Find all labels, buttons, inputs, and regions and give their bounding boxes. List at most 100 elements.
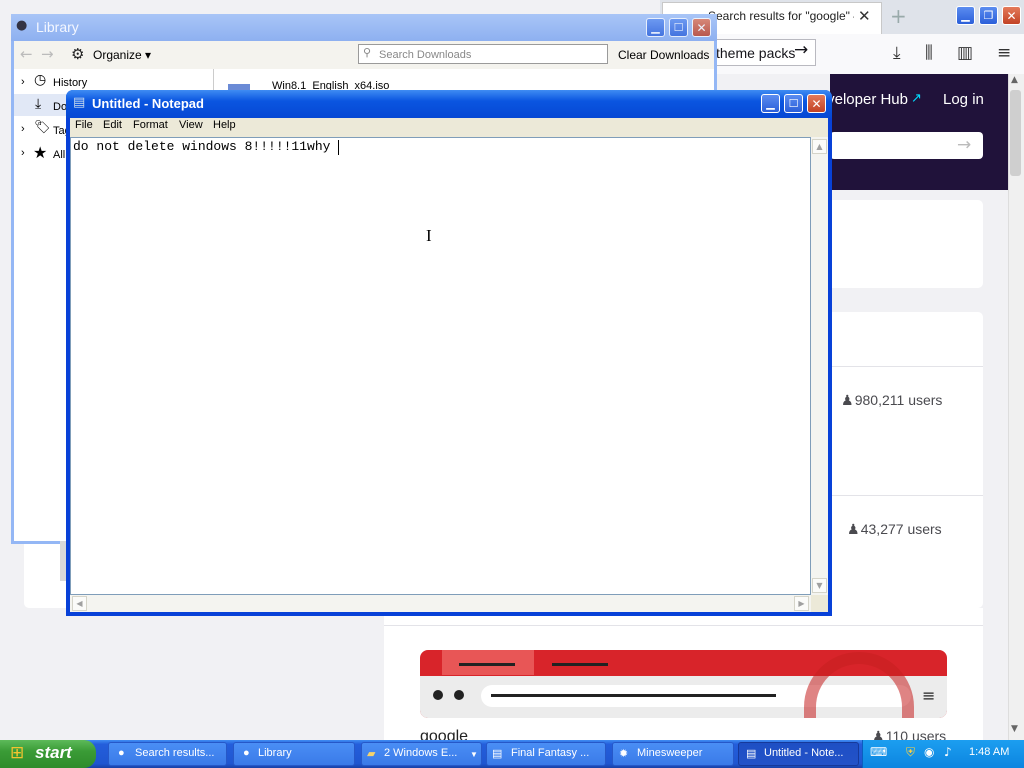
firefox-scrollbar-thumb[interactable] [1010, 90, 1021, 176]
notepad-text-area[interactable] [70, 137, 811, 595]
firefox-icon: ● [16, 18, 28, 33]
sidebar-icon[interactable]: ▥ [957, 43, 973, 63]
chevron-down-icon: ▼ [470, 750, 478, 759]
download-icon: ⤓ [35, 96, 42, 112]
library-title: Library [36, 19, 79, 35]
chrome-preview-line [552, 663, 608, 666]
firefox-close-button[interactable]: ✕ [1002, 6, 1021, 25]
clear-downloads-button[interactable]: Clear Downloads [618, 48, 709, 62]
task-label: Final Fantasy ... [511, 747, 590, 759]
chrome-preview-dot [433, 690, 443, 700]
menu-view[interactable]: View [179, 119, 203, 131]
task-label: Library [258, 747, 292, 759]
menu-edit[interactable]: Edit [103, 119, 122, 131]
scroll-right-icon[interactable]: ▶ [794, 596, 809, 611]
external-link-icon: ↗ [911, 91, 922, 106]
firefox-icon: ● [243, 747, 250, 759]
menu-file[interactable]: File [75, 119, 93, 131]
notepad-close-button[interactable]: ✕ [807, 94, 826, 113]
scroll-up-icon[interactable]: ▲ [1011, 75, 1018, 85]
folder-icon: ▰ [367, 748, 376, 760]
tree-item-tags[interactable]: Tags [53, 125, 66, 137]
star-icon: ★ [33, 143, 48, 162]
clock: 1:48 AM [969, 746, 1010, 758]
notepad-title: Untitled - Notepad [92, 96, 204, 111]
tag-icon: 🏷 [34, 120, 51, 135]
notepad-horizontal-scrollbar[interactable] [70, 595, 811, 612]
notepad-minimize-button[interactable]: ▁ [761, 94, 780, 113]
notepad-icon: ▤ [73, 95, 86, 110]
library-titlebar[interactable] [11, 14, 717, 41]
firefox-minimize-button[interactable]: ▁ [956, 6, 975, 25]
login-link[interactable]: Log in [943, 91, 984, 108]
volume-icon[interactable]: ♪ [944, 745, 952, 759]
expand-icon[interactable]: › [21, 123, 25, 135]
downloads-icon[interactable]: ⤓ [893, 43, 901, 63]
chrome-preview-dot [454, 690, 464, 700]
library-minimize-button[interactable]: ▁ [646, 18, 665, 37]
developer-hub-link[interactable]: Developer Hub [830, 91, 908, 108]
users-count-value: 43,277 users [860, 521, 942, 537]
tree-item-history[interactable]: History [53, 77, 87, 89]
firefox-restore-button[interactable]: ❐ [979, 6, 998, 25]
notepad-vertical-scrollbar[interactable] [811, 137, 828, 595]
network-icon[interactable]: ◉ [924, 745, 934, 759]
menu-help[interactable]: Help [213, 119, 236, 131]
resize-grip-icon[interactable] [811, 595, 828, 612]
download-item[interactable]: Win8.1_English_x64.iso [272, 80, 389, 90]
users-count: ♟ 980,211 users [841, 392, 943, 408]
divider [384, 625, 983, 626]
scroll-up-icon[interactable]: ▲ [812, 139, 827, 154]
theme-packs-label: theme packs [716, 45, 796, 61]
task-label: Untitled - Note... [764, 747, 844, 759]
security-shield-icon[interactable]: ⛨ [906, 745, 915, 760]
new-tab-icon[interactable]: + [890, 4, 907, 28]
scroll-left-icon[interactable]: ◀ [72, 596, 87, 611]
back-icon[interactable]: ← [20, 45, 33, 63]
task-label: 2 Windows E... [384, 747, 458, 759]
users-count: ♟ 110 users [872, 728, 946, 740]
users-count: ♟ 43,277 users [847, 521, 942, 537]
users-count-value: 980,211 users [854, 392, 943, 408]
arrow-right-icon: → [794, 40, 809, 60]
text-caret [338, 140, 339, 155]
clock-icon: ◷ [34, 72, 47, 88]
notepad-icon: ▤ [746, 748, 757, 760]
windows-logo-icon: ⊞ [10, 743, 25, 763]
tree-item-bookmarks[interactable]: All Bookmarks [53, 149, 66, 161]
library-maximize-button[interactable]: ☐ [669, 18, 688, 37]
organize-label: Organize [93, 48, 142, 62]
chrome-preview-menu-icon: ≡ [922, 686, 936, 705]
organize-button[interactable]: Organize ▾ [93, 48, 151, 62]
chrome-preview-line [459, 663, 515, 666]
addon-name[interactable]: google [420, 728, 468, 740]
scroll-down-icon[interactable]: ▼ [1011, 724, 1018, 734]
task-library[interactable] [233, 742, 355, 766]
search-icon: ⚲ [363, 46, 372, 59]
task-label: Search results... [135, 747, 215, 759]
library-icon[interactable]: ⫼ [925, 43, 933, 63]
notepad-content[interactable]: do not delete windows 8!!!!!11why [73, 139, 330, 154]
search-submit-icon[interactable]: → [957, 135, 971, 155]
expand-icon[interactable]: › [21, 147, 25, 159]
document-icon: ▤ [492, 748, 503, 760]
menu-icon[interactable]: ≡ [997, 43, 1011, 63]
tree-item-downloads[interactable]: Downloads [53, 101, 66, 113]
mine-icon: ✹ [619, 748, 629, 760]
start-label: start [35, 743, 72, 762]
expand-icon[interactable]: › [21, 76, 25, 88]
notepad-maximize-button[interactable]: ☐ [784, 94, 803, 113]
firefox-tab-title: Search results for "google" – Add-ons [708, 9, 854, 23]
tab-close-icon[interactable]: ✕ [858, 7, 871, 25]
library-close-button[interactable]: ✕ [692, 18, 711, 37]
task-label: Minesweeper [637, 747, 703, 759]
firefox-icon: ● [118, 747, 125, 759]
menu-format[interactable]: Format [133, 119, 168, 131]
gear-icon: ⚙ [71, 45, 85, 63]
forward-icon[interactable]: → [41, 45, 54, 63]
chrome-preview-line [491, 694, 776, 697]
ibeam-cursor-icon: I [426, 226, 432, 245]
library-search-input[interactable]: Search Downloads [358, 44, 608, 64]
scroll-down-icon[interactable]: ▼ [812, 578, 827, 593]
keyboard-icon[interactable]: ⌨ [870, 745, 887, 759]
